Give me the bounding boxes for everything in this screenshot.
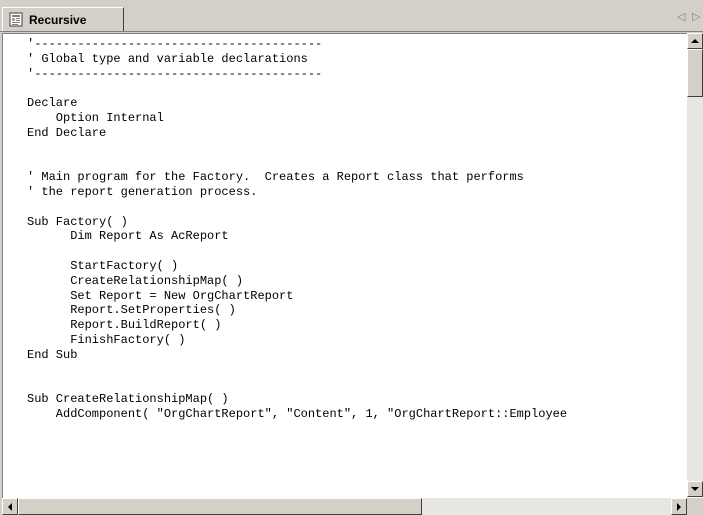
tab-scroll-left-icon[interactable]: ◁	[677, 10, 685, 23]
vertical-scroll-thumb[interactable]	[687, 49, 703, 97]
code-line[interactable]: Report.SetProperties( )	[27, 303, 236, 317]
code-line[interactable]: End Declare	[27, 126, 106, 140]
code-line[interactable]: Dim Report As AcReport	[27, 229, 228, 243]
arrow-left-icon	[8, 502, 12, 511]
arrow-up-icon	[691, 39, 699, 43]
code-line[interactable]: Option Internal	[27, 111, 164, 125]
arrow-down-icon	[691, 487, 699, 491]
code-editor-window: Recursive ◁ ▷ '-------------------------…	[0, 0, 703, 515]
scrollbar-corner	[687, 498, 703, 515]
tab-label: Recursive	[29, 12, 87, 27]
code-line[interactable]: Sub Factory( )	[27, 215, 128, 229]
code-line[interactable]: FinishFactory( )	[27, 333, 185, 347]
code-line[interactable]: End Sub	[27, 348, 77, 362]
code-line[interactable]: ' the report generation process.	[27, 185, 257, 199]
scroll-down-button[interactable]	[687, 481, 703, 497]
scroll-right-button[interactable]	[671, 498, 687, 515]
tab-strip: Recursive ◁ ▷	[0, 0, 703, 32]
report-file-icon	[9, 12, 24, 27]
code-line[interactable]: AddComponent( "OrgChartReport", "Content…	[27, 407, 567, 421]
code-line[interactable]: CreateRelationshipMap( )	[27, 274, 243, 288]
code-line[interactable]: Report.BuildReport( )	[27, 318, 221, 332]
tab-recursive[interactable]: Recursive	[2, 7, 124, 31]
scroll-up-button[interactable]	[687, 33, 703, 49]
horizontal-scroll-thumb[interactable]	[18, 498, 422, 515]
vertical-scrollbar[interactable]	[687, 33, 703, 497]
code-editor[interactable]: '---------------------------------------…	[2, 33, 703, 515]
code-line[interactable]: Set Report = New OrgChartReport	[27, 289, 293, 303]
code-line[interactable]: Sub CreateRelationshipMap( )	[27, 392, 229, 406]
code-line[interactable]: StartFactory( )	[27, 259, 178, 273]
horizontal-scrollbar[interactable]	[2, 498, 687, 515]
scroll-left-button[interactable]	[2, 498, 18, 515]
code-text[interactable]: '---------------------------------------…	[27, 37, 567, 422]
code-line[interactable]: ' Main program for the Factory. Creates …	[27, 170, 524, 184]
code-line[interactable]: Declare	[27, 96, 77, 110]
code-line[interactable]: '---------------------------------------…	[27, 67, 322, 81]
arrow-right-icon	[677, 502, 681, 511]
code-line[interactable]: ' Global type and variable declarations	[27, 52, 308, 66]
code-line[interactable]: '---------------------------------------…	[27, 37, 322, 51]
tab-scroll-right-icon[interactable]: ▷	[692, 10, 700, 23]
